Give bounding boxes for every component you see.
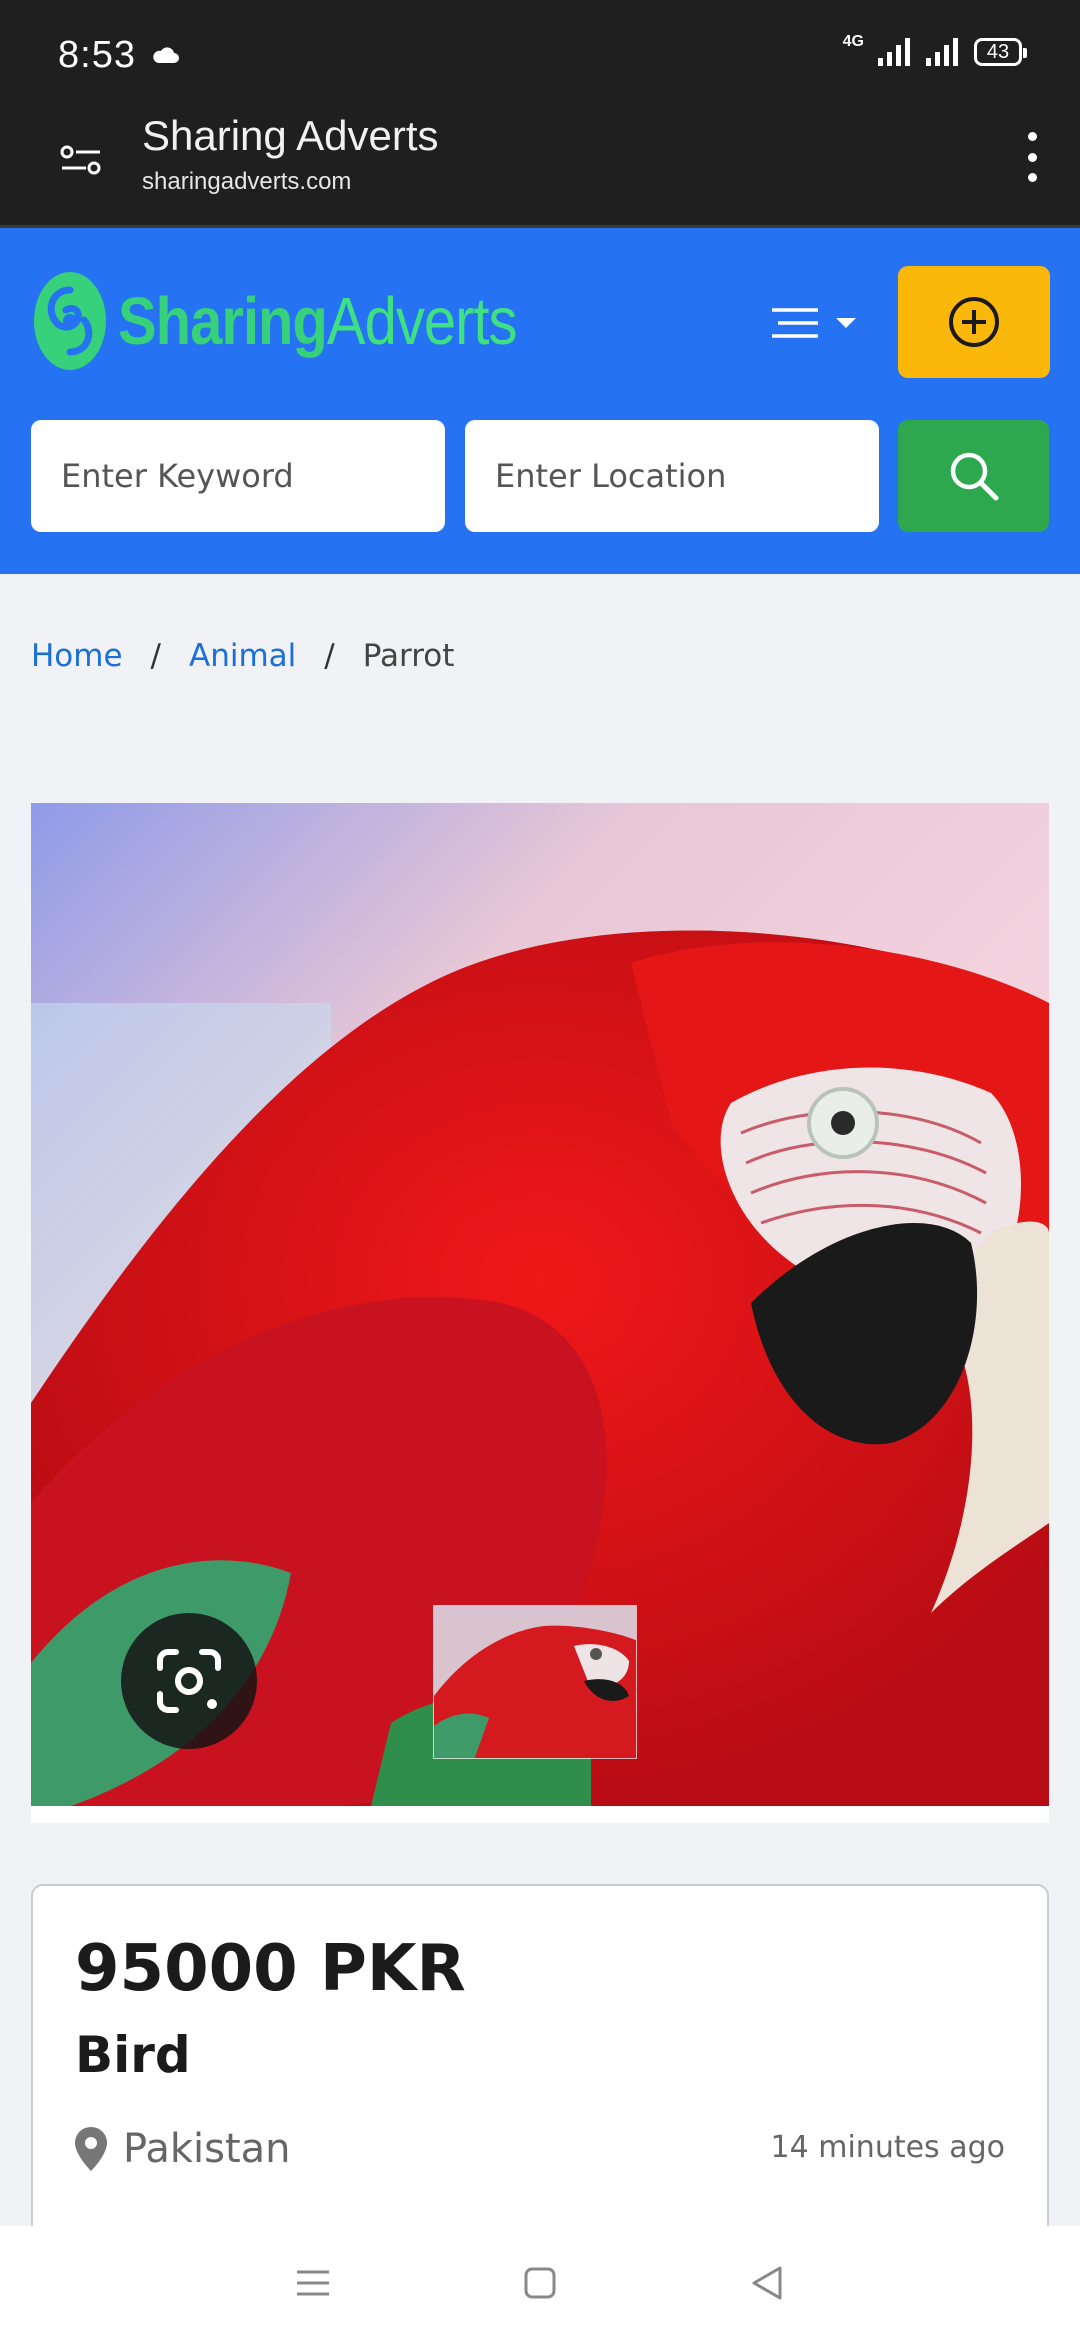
signal-icon-2 — [926, 38, 958, 66]
lens-icon — [157, 1649, 221, 1713]
location-input[interactable] — [465, 420, 879, 532]
listing-image[interactable] — [31, 803, 1049, 1823]
breadcrumb-separator: / — [150, 638, 161, 674]
breadcrumb-category[interactable]: Animal — [189, 638, 296, 674]
listing-location: Pakistan — [75, 2126, 291, 2172]
home-button[interactable] — [510, 2253, 570, 2313]
system-nav-bar — [0, 2226, 1080, 2340]
signal-icon — [878, 38, 910, 66]
menu-toggle[interactable] — [770, 298, 860, 348]
posted-time: 14 minutes ago — [770, 2130, 1005, 2165]
chevron-down-icon — [836, 318, 856, 328]
battery-level: 43 — [986, 40, 1010, 63]
status-indicators: 4G 43 — [843, 33, 1027, 66]
site-logo[interactable]: SharingAdverts — [32, 270, 518, 372]
image-thumbnail[interactable] — [433, 1605, 637, 1759]
more-options-icon[interactable] — [1020, 132, 1044, 182]
google-lens-button[interactable] — [121, 1613, 257, 1749]
status-time: 8:53 — [58, 34, 136, 76]
search-form — [31, 420, 1049, 532]
logo-wordmark: SharingAdverts — [118, 282, 518, 359]
recents-button[interactable] — [283, 2253, 343, 2313]
back-button[interactable] — [737, 2253, 797, 2313]
status-bar: 8:53 4G 43 — [0, 0, 1080, 110]
listing-title: Bird — [75, 2026, 191, 2084]
post-ad-button[interactable] — [898, 266, 1050, 378]
plus-circle-icon — [949, 297, 999, 347]
search-button[interactable] — [898, 420, 1049, 532]
location-pin-icon — [75, 2127, 107, 2171]
site-header: SharingAdverts — [0, 228, 1080, 574]
location-text: Pakistan — [123, 2126, 291, 2172]
breadcrumb-current: Parrot — [362, 638, 455, 674]
thumbnail-photo — [434, 1606, 636, 1758]
menu-lines-icon — [297, 2270, 330, 2296]
back-triangle-icon — [752, 2266, 782, 2300]
browser-url[interactable]: sharingadverts.com — [142, 168, 351, 196]
breadcrumb-separator: / — [324, 638, 335, 674]
breadcrumb-home[interactable]: Home — [31, 638, 123, 674]
logo-light-text: Adverts — [326, 283, 518, 359]
network-type: 4G — [842, 33, 864, 50]
battery-icon: 43 — [974, 38, 1027, 66]
logo-bold-text: Sharing — [118, 283, 328, 359]
listing-price: 95000 PKR — [75, 1932, 466, 2006]
site-settings-icon[interactable] — [58, 136, 106, 184]
home-square-icon — [524, 2267, 556, 2299]
logo-mark-icon — [34, 272, 106, 370]
breadcrumb: Home / Animal / Parrot — [31, 638, 454, 674]
menu-icon — [772, 308, 818, 338]
search-icon — [950, 452, 998, 501]
keyword-input[interactable] — [31, 420, 445, 532]
browser-page-title: Sharing Adverts — [142, 112, 439, 159]
cloud-icon — [153, 47, 179, 63]
browser-toolbar: Sharing Adverts sharingadverts.com — [0, 110, 1080, 228]
